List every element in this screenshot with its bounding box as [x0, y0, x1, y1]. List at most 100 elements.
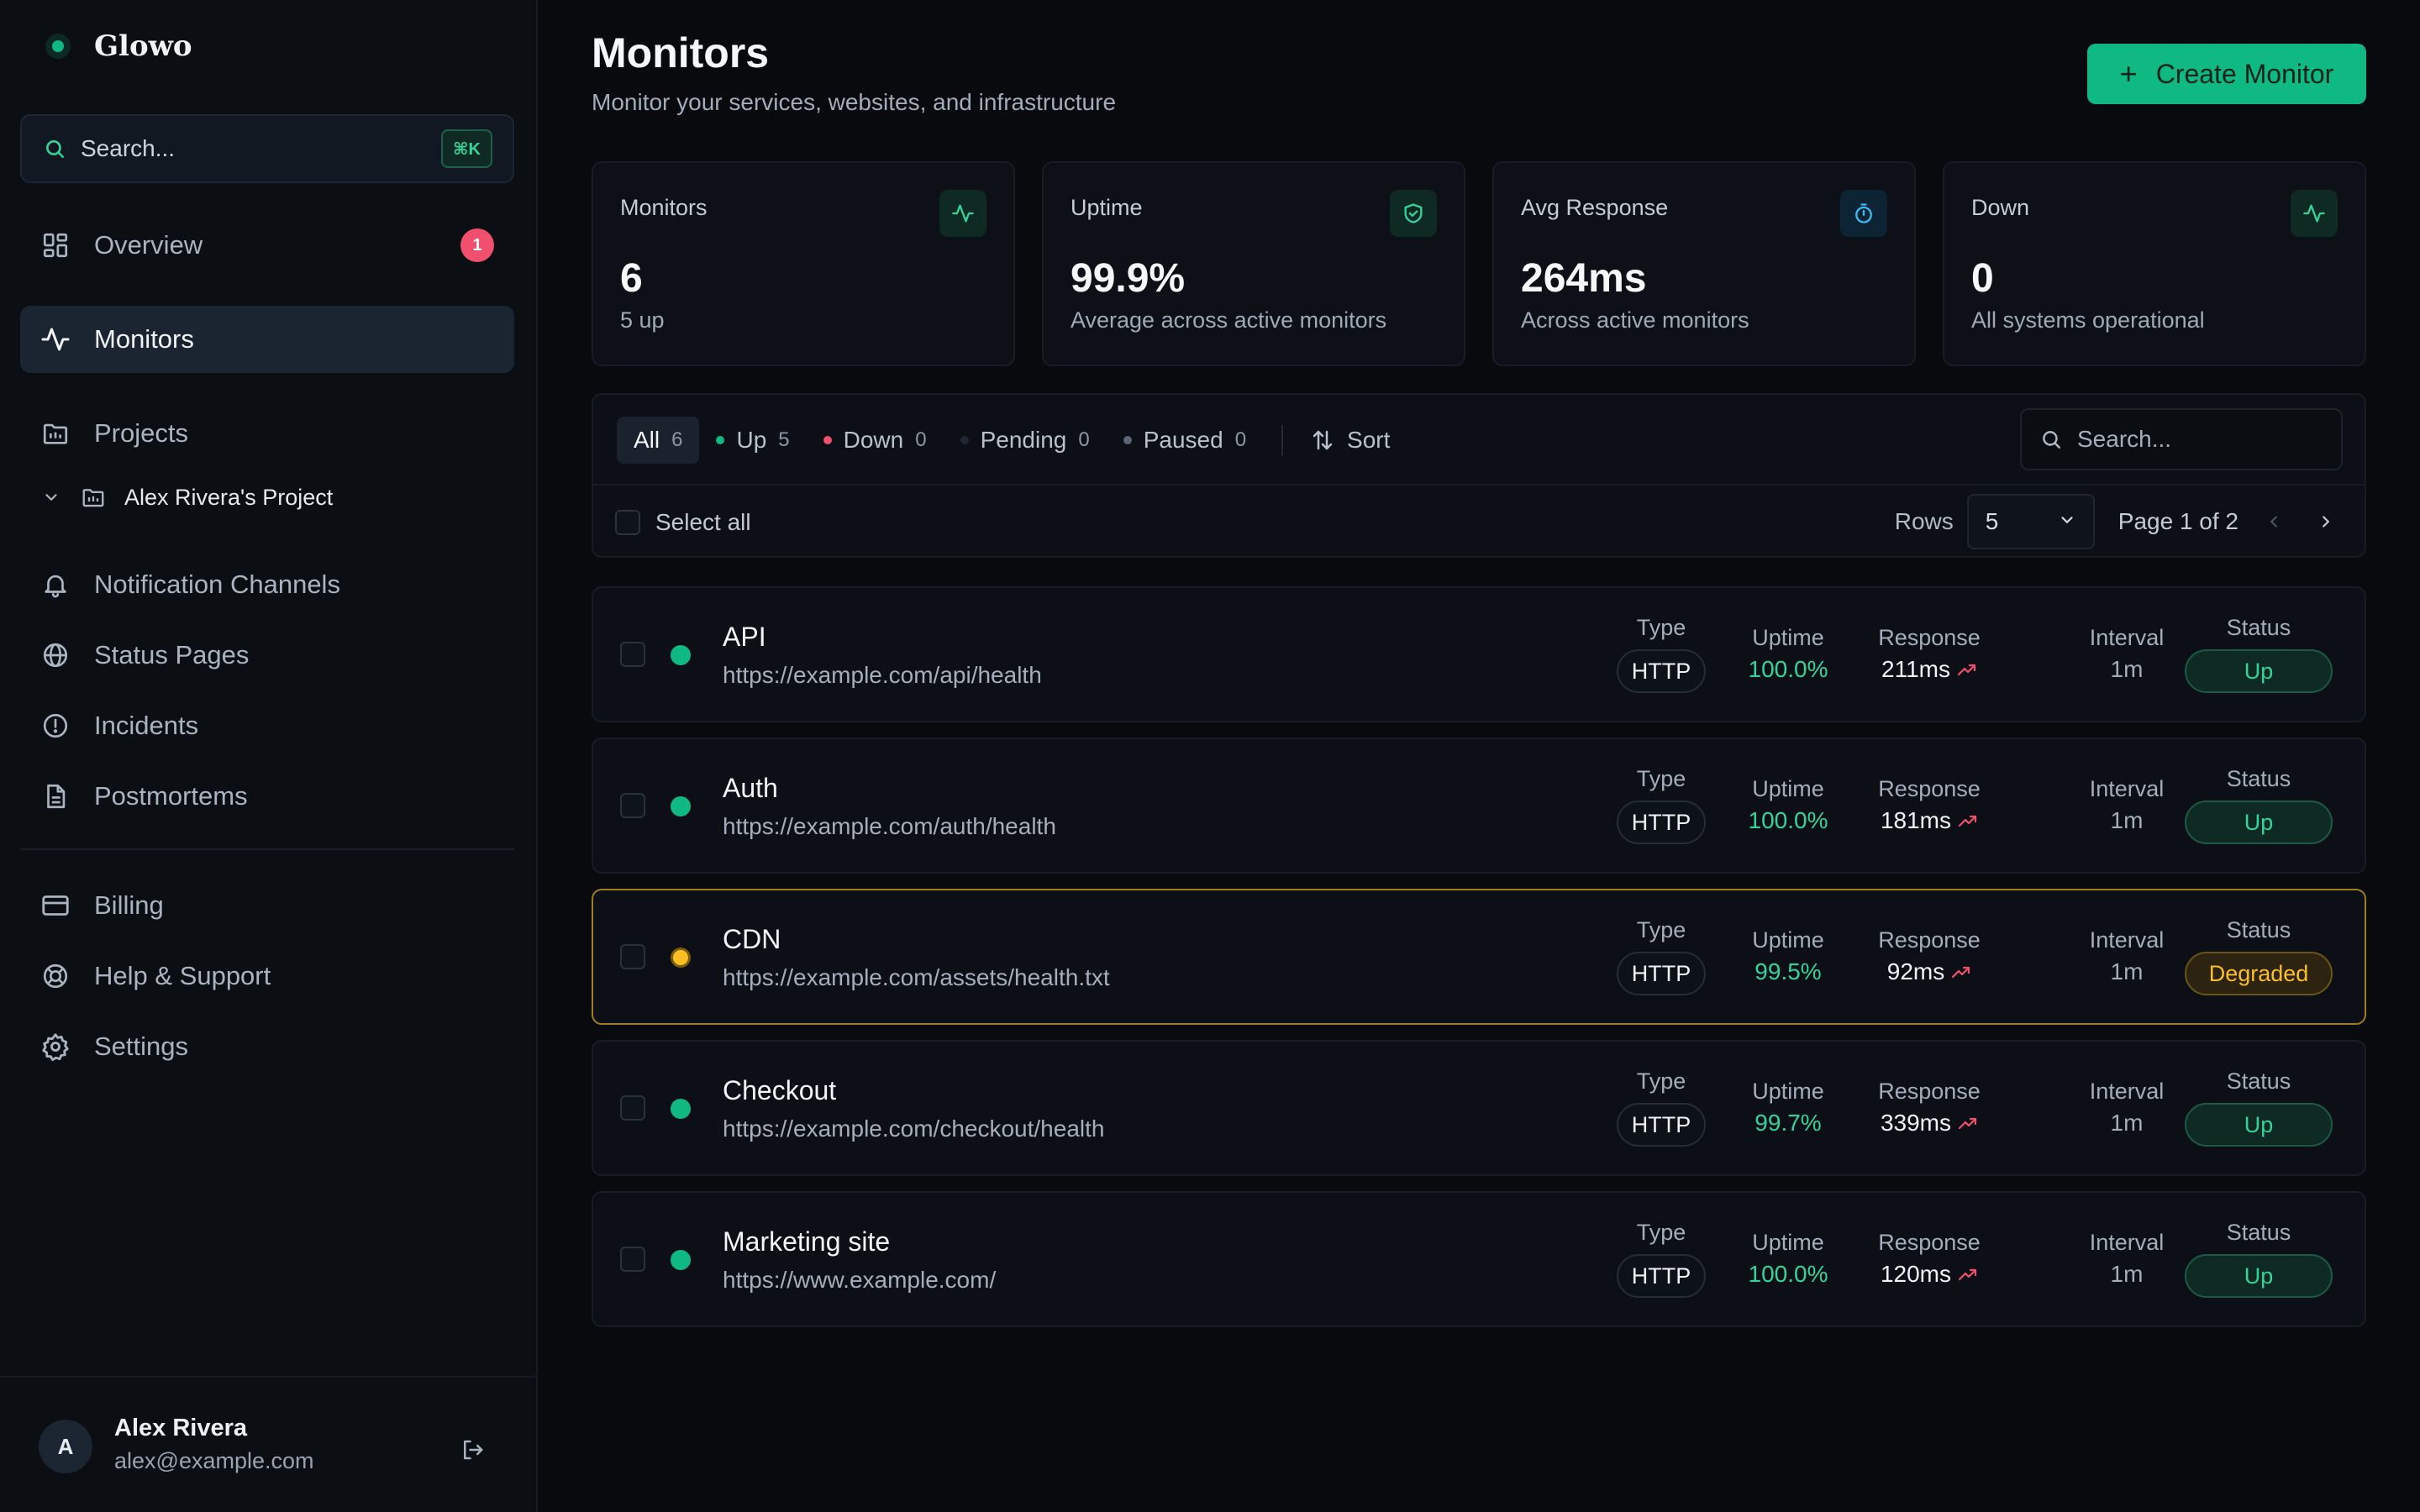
alert-circle-icon [39, 709, 72, 743]
response-value: 120ms [1880, 1261, 1952, 1287]
stat-label: Uptime [1071, 195, 1143, 220]
interval-column: Interval 1m [2081, 776, 2173, 834]
monitor-row[interactable]: API https://example.com/api/health Type … [592, 586, 2366, 722]
sidebar-item-status-pages[interactable]: Status Pages [20, 622, 514, 689]
column-label: Response [1878, 625, 1981, 650]
monitor-name[interactable]: CDN [723, 924, 781, 955]
column-label: Uptime [1752, 1230, 1824, 1255]
plus-icon: + [2119, 56, 2138, 91]
monitor-search[interactable] [2020, 408, 2343, 470]
notification-badge: 1 [460, 228, 494, 262]
monitor-row[interactable]: Marketing site https://www.example.com/ … [592, 1191, 2366, 1327]
timer-icon [1840, 190, 1887, 237]
sidebar-item-notification-channels[interactable]: Notification Channels [20, 551, 514, 618]
chevron-down-icon[interactable] [39, 488, 64, 507]
monitor-search-input[interactable] [2075, 425, 2331, 454]
sidebar-item-overview[interactable]: Overview 1 [20, 212, 514, 279]
search-shortcut-badge: ⌘K [441, 129, 492, 168]
response-column: Response 211ms [1870, 625, 1988, 683]
status-dot-icon [823, 436, 832, 444]
sidebar-item-settings[interactable]: Settings [20, 1013, 514, 1080]
column-label: Interval [2089, 927, 2165, 953]
filter-count: 0 [1078, 428, 1090, 451]
stat-card-avg-response: Avg Response 264ms Across active monitor… [1492, 161, 1916, 366]
monitor-row[interactable]: Checkout https://example.com/checkout/he… [592, 1040, 2366, 1176]
logout-button[interactable] [454, 1431, 491, 1468]
filter-paused[interactable]: Paused 0 [1107, 417, 1263, 464]
filter-count: 6 [671, 428, 683, 451]
status-dot-icon [716, 436, 725, 444]
sidebar-item-monitors[interactable]: Monitors [20, 306, 514, 373]
rows-value: 5 [1985, 508, 1999, 534]
row-checkbox[interactable] [620, 944, 645, 969]
chevron-left-icon [2270, 516, 2277, 528]
next-page-button[interactable] [2309, 505, 2343, 538]
select-all-checkbox[interactable] [615, 510, 640, 535]
status-badge: Up [2185, 801, 2333, 844]
response-value: 181ms [1880, 807, 1952, 833]
stat-value: 6 [620, 256, 643, 301]
monitor-row[interactable]: Auth https://example.com/auth/health Typ… [592, 738, 2366, 874]
create-monitor-label: Create Monitor [2155, 58, 2334, 89]
monitor-name[interactable]: Marketing site [723, 1226, 890, 1257]
globe-icon [39, 638, 72, 672]
row-checkbox[interactable] [620, 642, 645, 667]
type-badge: HTTP [1617, 1103, 1706, 1147]
type-column: Type HTTP [1617, 1068, 1706, 1147]
brand[interactable]: Glowo [39, 25, 192, 67]
type-column: Type HTTP [1617, 1220, 1706, 1298]
stat-subtext: 5 up [620, 307, 665, 333]
filter-all[interactable]: All 6 [617, 417, 700, 464]
sidebar-item-help-support[interactable]: Help & Support [20, 942, 514, 1010]
uptime-column: Uptime 100.0% [1738, 625, 1839, 683]
column-label: Status [2226, 615, 2291, 640]
filter-down[interactable]: Down 0 [807, 417, 944, 464]
column-label: Interval [2089, 776, 2165, 801]
interval-column: Interval 1m [2081, 1079, 2173, 1137]
uptime-column: Uptime 100.0% [1738, 776, 1839, 834]
filter-label: Up [736, 427, 767, 453]
row-checkbox[interactable] [620, 1247, 645, 1272]
status-badge: Degraded [2185, 952, 2333, 995]
column-label: Uptime [1752, 776, 1824, 801]
chevron-down-icon [2058, 508, 2076, 535]
sidebar-item-label: Monitors [94, 324, 194, 354]
response-column: Response 339ms [1870, 1079, 1988, 1137]
filter-pending[interactable]: Pending 0 [944, 417, 1107, 464]
sort-label: Sort [1347, 427, 1391, 453]
uptime-value: 99.7% [1754, 1110, 1822, 1136]
filter-up[interactable]: Up 5 [699, 417, 806, 464]
prev-page-button[interactable] [2257, 505, 2291, 538]
sidebar-item-postmortems[interactable]: Postmortems [20, 763, 514, 830]
sidebar-item-billing[interactable]: Billing [20, 872, 514, 939]
sidebar-search[interactable]: ⌘K [20, 114, 514, 183]
create-monitor-button[interactable]: + Create Monitor [2087, 44, 2366, 104]
stat-subtext: Across active monitors [1521, 307, 1749, 333]
filter-label: All [634, 427, 660, 453]
sidebar-item-projects[interactable]: Projects [20, 400, 514, 467]
user-profile: A Alex Rivera alex@example.com [0, 1376, 536, 1512]
status-dot-icon [1123, 436, 1132, 444]
column-label: Status [2226, 1220, 2291, 1245]
monitor-url: https://example.com/auth/health [723, 813, 1056, 839]
monitor-name[interactable]: Auth [723, 773, 778, 804]
sort-button[interactable]: Sort [1302, 417, 1398, 464]
sidebar-search-input[interactable] [79, 134, 402, 163]
type-badge: HTTP [1617, 801, 1706, 844]
rows-per-page-select[interactable]: 5 [1966, 494, 2095, 549]
monitor-name[interactable]: Checkout [723, 1075, 836, 1106]
row-checkbox[interactable] [620, 793, 645, 818]
pagination: Rows 5 Page 1 of 2 [1895, 494, 2343, 549]
monitor-row[interactable]: CDN https://example.com/assets/health.tx… [592, 889, 2366, 1025]
sidebar-project-item[interactable]: Alex Rivera's Project [20, 472, 514, 522]
type-badge: HTTP [1617, 1254, 1706, 1298]
select-all[interactable]: Select all [615, 504, 751, 541]
column-label: Uptime [1752, 625, 1824, 650]
uptime-column: Uptime 99.5% [1738, 927, 1839, 985]
row-checkbox[interactable] [620, 1095, 645, 1121]
sidebar-item-incidents[interactable]: Incidents [20, 692, 514, 759]
avatar[interactable]: A [39, 1420, 92, 1473]
monitor-name[interactable]: API [723, 622, 766, 653]
column-label: Response [1878, 1230, 1981, 1255]
sidebar-item-label: Overview [94, 230, 203, 260]
